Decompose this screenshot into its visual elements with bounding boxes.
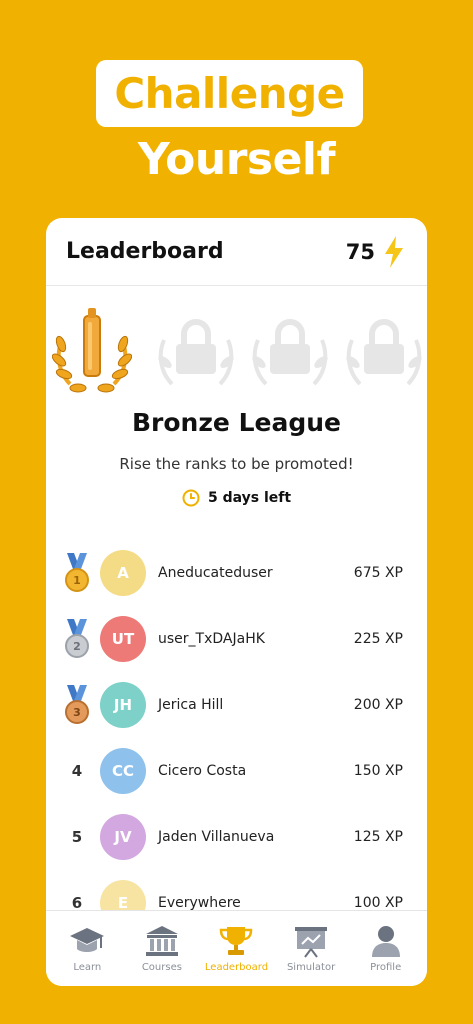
time-left: 5 days left: [46, 489, 427, 507]
presentation-chart-icon: [295, 927, 328, 958]
page-title: Leaderboard: [66, 239, 224, 264]
headline-line-1: Challenge: [114, 69, 345, 118]
ranking-row[interactable]: 4 CC Cicero Costa 150 XP: [46, 738, 427, 804]
user-xp: 675 XP: [353, 565, 403, 581]
bank-icon: [145, 926, 178, 956]
tab-label: Simulator: [286, 962, 336, 973]
user-name: Cicero Costa: [158, 763, 247, 779]
gold-medal-icon: 1: [65, 553, 89, 592]
locked-league-badge[interactable]: [156, 306, 236, 396]
tab-profile[interactable]: Profile: [350, 924, 422, 973]
user-name: Aneducateduser: [158, 565, 273, 581]
rank-position: 3: [46, 685, 100, 725]
user-xp: 200 XP: [353, 697, 403, 713]
league-name: Bronze League: [132, 408, 341, 437]
user-name: user_TxDAJaHK: [158, 631, 265, 647]
ranking-row[interactable]: 1 A Aneducateduser 675 XP: [46, 540, 427, 606]
avatar: JH: [100, 682, 146, 728]
tab-courses[interactable]: Courses: [126, 924, 198, 973]
user-name: Jerica Hill: [158, 697, 224, 713]
rank-position: 5: [71, 828, 83, 846]
user-xp: 150 XP: [353, 763, 403, 779]
bottom-tab-bar: Learn Courses Leaderboard Simulator Prof…: [46, 910, 427, 986]
avatar: UT: [100, 616, 146, 662]
xp-total-value: 75: [345, 239, 375, 264]
tab-label: Leaderboard: [204, 962, 269, 973]
avatar: CC: [100, 748, 146, 794]
trophy-icon: [220, 927, 253, 955]
ranking-row[interactable]: 5 JV Jaden Villanueva 125 XP: [46, 804, 427, 870]
user-name: Jaden Villanueva: [158, 829, 275, 845]
svg-text:3: 3: [73, 706, 81, 719]
tab-label: Courses: [141, 962, 182, 973]
tab-simulator[interactable]: Simulator: [275, 924, 347, 973]
user-xp: 225 XP: [353, 631, 403, 647]
user-xp: 100 XP: [353, 895, 403, 911]
user-name: Everywhere: [158, 895, 241, 911]
svg-text:1: 1: [73, 574, 81, 587]
rank-position: 4: [71, 762, 83, 780]
ranking-row[interactable]: 2 UT user_TxDAJaHK 225 XP: [46, 606, 427, 672]
tab-leaderboard[interactable]: Leaderboard: [200, 924, 272, 973]
headline-pill: Challenge: [96, 60, 363, 127]
clock-icon: [182, 489, 200, 507]
ranking-row[interactable]: 3 JH Jerica Hill 200 XP: [46, 672, 427, 738]
league-badges[interactable]: [46, 286, 427, 393]
graduation-cap-icon: [70, 928, 105, 952]
rank-position: 1: [46, 553, 100, 593]
headline-line-2: Yourself: [137, 134, 336, 185]
tab-label: Profile: [370, 962, 402, 973]
leaderboard-card: Leaderboard 75 Bronze League Rise the ra…: [46, 218, 427, 986]
bronze-medal-icon: 3: [65, 685, 89, 724]
card-header: Leaderboard 75: [46, 218, 427, 286]
bronze-trophy-badge[interactable]: [52, 306, 132, 396]
lightning-bolt-icon: [385, 235, 403, 268]
locked-league-badge[interactable]: [344, 306, 424, 396]
league-subtitle: Rise the ranks to be promoted!: [119, 455, 354, 473]
xp-total[interactable]: 75: [345, 235, 405, 268]
svg-text:2: 2: [73, 640, 81, 653]
locked-league-badge[interactable]: [250, 306, 330, 396]
time-left-label: 5 days left: [207, 490, 292, 506]
user-xp: 125 XP: [353, 829, 403, 845]
tab-label: Learn: [73, 962, 102, 973]
tab-learn[interactable]: Learn: [51, 924, 123, 973]
person-icon: [371, 926, 400, 957]
avatar: A: [100, 550, 146, 596]
avatar: JV: [100, 814, 146, 860]
silver-medal-icon: 2: [65, 619, 89, 658]
rank-position: 2: [46, 619, 100, 659]
